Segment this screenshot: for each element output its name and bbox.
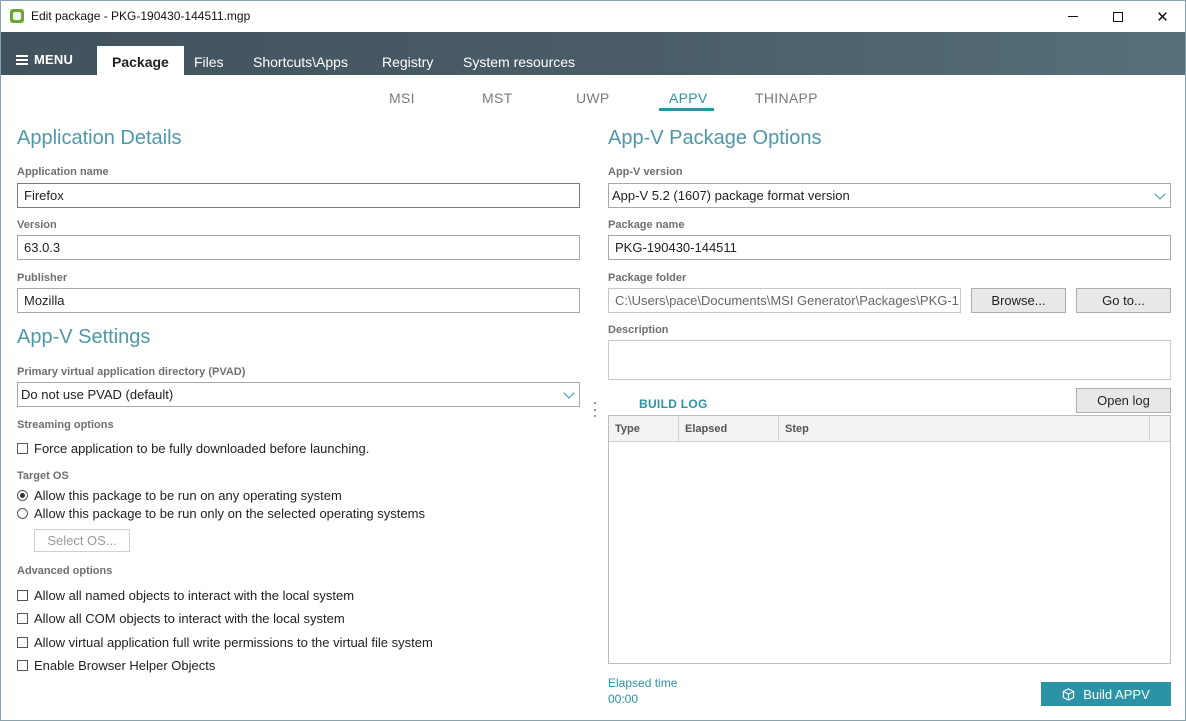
- os-selected-option[interactable]: Allow this package to be run only on the…: [17, 506, 425, 521]
- advanced-option-browser-helper[interactable]: Enable Browser Helper Objects: [17, 658, 215, 673]
- version-label: Version: [17, 219, 57, 231]
- appv-version-selected-value: App-V 5.2 (1607) package format version: [612, 188, 850, 203]
- package-name-input[interactable]: PKG-190430-144511: [608, 235, 1171, 260]
- tab-package[interactable]: Package: [97, 46, 184, 75]
- pvad-select[interactable]: Do not use PVAD (default): [17, 382, 580, 407]
- main-menubar: MENU Package Files Shortcuts\Apps Regist…: [1, 32, 1185, 75]
- package-options-heading: App-V Package Options: [608, 127, 822, 149]
- write-permissions-label: Allow virtual application full write per…: [34, 635, 433, 650]
- subtab-msi[interactable]: MSI: [389, 90, 415, 106]
- application-name-input[interactable]: Firefox: [17, 183, 580, 208]
- advanced-option-com-objects[interactable]: Allow all COM objects to interact with t…: [17, 611, 345, 626]
- subtab-active-indicator: [659, 108, 714, 111]
- os-selected-radio[interactable]: [17, 508, 28, 519]
- close-button[interactable]: ✕: [1140, 1, 1185, 32]
- maximize-button[interactable]: [1095, 1, 1140, 32]
- target-os-label: Target OS: [17, 470, 69, 482]
- appv-version-label: App-V version: [608, 166, 683, 178]
- publisher-label: Publisher: [17, 272, 68, 284]
- com-objects-label: Allow all COM objects to interact with t…: [34, 611, 345, 626]
- os-any-radio[interactable]: [17, 490, 28, 501]
- menu-label: MENU: [34, 52, 74, 67]
- chevron-down-icon: [1154, 188, 1166, 200]
- column-header-elapsed[interactable]: Elapsed: [679, 416, 779, 441]
- appv-settings-heading: App-V Settings: [17, 326, 151, 348]
- publisher-input[interactable]: Mozilla: [17, 288, 580, 313]
- chevron-down-icon: [563, 387, 575, 399]
- advanced-option-named-objects[interactable]: Allow all named objects to interact with…: [17, 588, 354, 603]
- application-name-label: Application name: [17, 166, 109, 178]
- named-objects-checkbox[interactable]: [17, 590, 28, 601]
- column-header-step[interactable]: Step: [779, 416, 1150, 441]
- build-log-title: BUILD LOG: [639, 397, 708, 411]
- advanced-option-write-permissions[interactable]: Allow virtual application full write per…: [17, 635, 433, 650]
- browser-helper-label: Enable Browser Helper Objects: [34, 658, 216, 673]
- minimize-button[interactable]: [1050, 1, 1095, 32]
- build-appv-button[interactable]: Build APPV: [1041, 682, 1171, 706]
- open-log-button[interactable]: Open log: [1076, 388, 1171, 413]
- hamburger-icon: [16, 54, 28, 65]
- subtab-appv[interactable]: APPV: [669, 90, 708, 106]
- application-details-heading: Application Details: [17, 127, 182, 149]
- browser-helper-checkbox[interactable]: [17, 660, 28, 671]
- write-permissions-checkbox[interactable]: [17, 637, 28, 648]
- package-folder-label: Package folder: [608, 272, 687, 284]
- tab-system-resources[interactable]: System resources: [448, 46, 590, 75]
- advanced-options-label: Advanced options: [17, 565, 113, 577]
- os-selected-label: Allow this package to be run only on the…: [34, 506, 425, 521]
- tab-files[interactable]: Files: [179, 46, 239, 75]
- named-objects-label: Allow all named objects to interact with…: [34, 588, 355, 603]
- force-download-option[interactable]: Force application to be fully downloaded…: [17, 441, 369, 456]
- description-label: Description: [608, 324, 669, 336]
- force-download-checkbox[interactable]: [17, 443, 28, 454]
- window-title: Edit package - PKG-190430-144511.mgp: [31, 9, 251, 23]
- elapsed-time-value: 00:00: [608, 692, 639, 706]
- edit-package-window: Edit package - PKG-190430-144511.mgp ✕ M…: [0, 0, 1186, 721]
- tab-registry[interactable]: Registry: [367, 46, 448, 75]
- go-to-button[interactable]: Go to...: [1076, 288, 1171, 313]
- browse-button[interactable]: Browse...: [971, 288, 1066, 313]
- maximize-icon: [1112, 11, 1123, 22]
- force-download-label: Force application to be fully downloaded…: [34, 441, 370, 456]
- pvad-selected-value: Do not use PVAD (default): [21, 387, 174, 402]
- build-log-header: Type Elapsed Step: [609, 416, 1170, 442]
- com-objects-checkbox[interactable]: [17, 613, 28, 624]
- subtab-mst[interactable]: MST: [482, 90, 512, 106]
- package-folder-input[interactable]: C:\Users\pace\Documents\MSI Generator\Pa…: [608, 288, 961, 313]
- os-any-option[interactable]: Allow this package to be run on any oper…: [17, 488, 342, 503]
- select-os-button[interactable]: Select OS...: [34, 529, 130, 552]
- package-name-label: Package name: [608, 219, 685, 231]
- subtab-thinapp[interactable]: THINAPP: [755, 90, 818, 106]
- minimize-icon: [1067, 16, 1078, 17]
- subtab-uwp[interactable]: UWP: [576, 90, 610, 106]
- title-bar: Edit package - PKG-190430-144511.mgp ✕: [1, 1, 1185, 32]
- build-appv-label: Build APPV: [1083, 686, 1150, 702]
- version-input[interactable]: 63.0.3: [17, 235, 580, 260]
- package-box-icon: [1063, 687, 1075, 701]
- menu-button[interactable]: MENU: [16, 52, 73, 67]
- app-logo-icon: [10, 9, 24, 23]
- tab-shortcuts-apps[interactable]: Shortcuts\Apps: [238, 46, 363, 75]
- elapsed-time-label: Elapsed time: [608, 676, 678, 690]
- description-input[interactable]: [608, 340, 1171, 380]
- streaming-options-label: Streaming options: [17, 419, 114, 431]
- build-log-grid[interactable]: Type Elapsed Step: [608, 415, 1171, 664]
- appv-version-select[interactable]: App-V 5.2 (1607) package format version: [608, 183, 1171, 208]
- os-any-label: Allow this package to be run on any oper…: [34, 488, 342, 503]
- panel-splitter-handle[interactable]: [594, 402, 597, 417]
- pvad-label: Primary virtual application directory (P…: [17, 366, 246, 378]
- column-header-type[interactable]: Type: [609, 416, 679, 441]
